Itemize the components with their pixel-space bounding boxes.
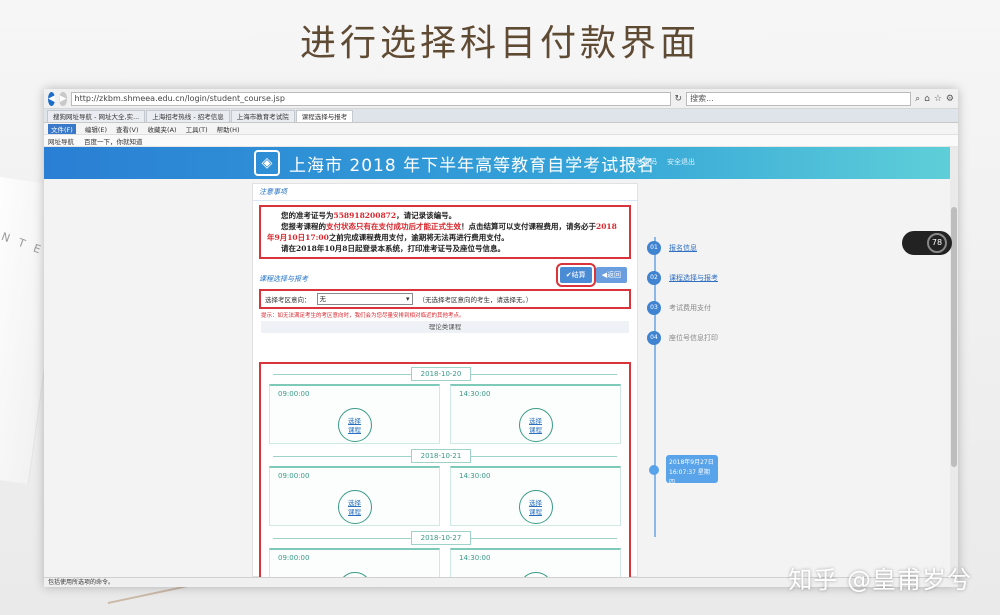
change-password-link[interactable]: 修改密码 [629,157,657,167]
tab-shzk[interactable]: 上海招考热线 - 招考信息 [146,110,230,122]
speed-value: 78 [927,233,947,253]
progress-steps: 01 报名信息 02 课程选择与报考 03 考试费用支付 04 座位号信息打印 2018… [644,237,764,537]
return-button[interactable]: ◀返回 [595,267,627,283]
url-field[interactable]: http://zkbm.shmeea.edu.cn/login/student_… [70,91,671,106]
select-course-button[interactable]: 选择课程 [337,490,372,524]
menu-file[interactable]: 文件(F) [48,123,76,134]
step-registration-info[interactable]: 01 报名信息 [647,241,697,255]
web-page: ◈ 上海市 2018 年下半年高等教育自学考试报名 修改密码 安全退出 注意事项… [44,147,958,587]
browser-window: ◀ ▶ http://zkbm.shmeea.edu.cn/login/stud… [44,89,958,587]
slot-time: 14:30:00 [459,472,491,480]
slot-time: 14:30:00 [459,554,491,562]
menu-bar: 文件(F) 编辑(E) 查看(V) 收藏夹(A) 工具(T) 帮助(H) [44,123,958,135]
region-hint: 提示：如无法满足考生的考区意向时，我们会为您尽量安排到相对临近的其他考点。 [261,313,465,319]
notice-heading: 注意事项 [253,184,637,201]
forward-arrow-icon[interactable]: ▶ [59,91,67,106]
slot-row: 09:00:00 选择课程 14:30:00 选择课程 [261,382,629,446]
step-dot-icon: 04 [647,331,661,345]
menu-view[interactable]: 查看(V) [116,124,139,134]
gear-icon[interactable]: ⚙ [946,94,954,104]
site-logo-icon: ◈ [254,150,280,176]
date-row: 2018-10-20 [261,366,629,382]
select-course-button[interactable]: 选择课程 [518,408,553,442]
slot-row: 09:00:00 选择课程 14:30:00 选择课程 [261,464,629,528]
step-dot-icon: 03 [647,301,661,315]
action-buttons: ✔结算 ◀返回 [555,263,627,287]
tab-course-selection[interactable]: 课程选择与报考 [295,110,354,122]
notice-line-3: 请在2018年10月8日起登录本系统，打印准考证号及座位号信息。 [281,244,506,253]
home-icon[interactable]: ⌂ [924,94,930,104]
header-links: 修改密码 安全退出 [629,157,695,167]
site-header: ◈ 上海市 2018 年下半年高等教育自学考试报名 修改密码 安全退出 [44,147,958,179]
step-dot-icon: 02 [647,271,661,285]
menu-edit[interactable]: 编辑(E) [85,124,107,134]
course-type-header: 理论类课程 [261,321,629,333]
step-dot-icon: 01 [647,241,661,255]
time-slot-card: 14:30:00 选择课程 [450,466,621,526]
favorites-bar: 网址导航 百度一下，你就知道 [44,135,958,147]
date-label: 2018-10-21 [411,449,471,463]
select-course-button[interactable]: 选择课程 [337,408,372,442]
favorite-baidu-link[interactable]: 百度一下，你就知道 [84,136,143,146]
step-seat-print: 04 座位号信息打印 [647,331,718,345]
time-marker-icon [649,465,659,475]
notice-box: 您的准考证号为558918200872，请记录该编号。 您报考课程的支付状态只有… [259,205,631,259]
step-fee-payment: 03 考试费用支付 [647,301,711,315]
region-dropdown[interactable]: 无 [316,293,413,305]
refresh-icon[interactable]: ↻ [675,94,683,104]
back-arrow-icon[interactable]: ◀ [48,91,56,106]
selection-header: 课程选择与报考 ✔结算 ◀返回 [253,263,637,287]
speed-widget: 78 [902,231,952,255]
site-title: 上海市 2018 年下半年高等教育自学考试报名 [289,156,656,176]
search-icon[interactable]: ⌕ [915,94,920,104]
menu-help[interactable]: 帮助(H) [217,124,240,134]
tab-shmeea[interactable]: 上海市教育考试院 [230,110,295,122]
slot-time: 14:30:00 [459,390,491,398]
region-selector: 选择考区意向： 无 （无选择考区意向的考生，请选择无。） [259,289,631,309]
slide-title: 进行选择科目付款界面 [299,23,700,64]
date-row: 2018-10-21 [261,448,629,464]
slot-time: 09:00:00 [278,390,310,398]
watermark: 知乎 @皇甫岁兮 [788,566,972,594]
notice-line-2: 您报考课程的支付状态只有在支付成功后才能正式生效！点击结算可以支付课程费用，请务… [267,222,617,242]
selection-heading: 课程选择与报考 [259,275,308,283]
notice-line-1: 您的准考证号为558918200872，请记录该编号。 [281,211,457,220]
slot-time: 09:00:00 [278,472,310,480]
menu-tools[interactable]: 工具(T) [186,124,208,134]
scroll-thumb[interactable] [951,207,957,467]
main-panel: 注意事项 您的准考证号为558918200872，请记录该编号。 您报考课程的支… [252,183,638,587]
current-time-box: 2018年9月27日 16:07:37 星期四 [666,455,718,486]
page-scrollbar[interactable] [950,147,958,577]
star-icon[interactable]: ☆ [934,94,942,104]
slide-background: N T E R 进行选择科目付款界面 ◀ ▶ http://zkbm.shmee… [0,0,1000,615]
time-slot-card: 14:30:00 选择课程 [450,384,621,444]
logout-link[interactable]: 安全退出 [667,157,695,167]
step-course-selection[interactable]: 02 课程选择与报考 [647,271,718,285]
time-slot-card: 09:00:00 选择课程 [269,384,440,444]
exam-number: 558918200872 [333,211,397,220]
checkout-button[interactable]: ✔结算 [555,263,596,287]
menu-favorites[interactable]: 收藏夹(A) [148,124,177,134]
time-slot-card: 09:00:00 选择课程 [269,466,440,526]
region-label: 选择考区意向： [265,296,311,304]
exam-schedule: 2018-10-20 09:00:00 选择 课程 14:30:00 选择 课程 201… [259,362,631,587]
address-bar: ◀ ▶ http://zkbm.shmeea.edu.cn/login/stud… [44,89,958,109]
slot-time: 09:00:00 [278,554,310,562]
date-row: 2018-10-27 [261,530,629,546]
date-label: 2018-10-20 [411,367,471,381]
tab-sogou[interactable]: 搜狗网址导航 - 网址大全,实... [47,110,146,122]
select-course-button[interactable]: 选择课程 [518,490,553,524]
browser-search-input[interactable]: 搜索... [686,91,912,106]
tab-bar: 搜狗网址导航 - 网址大全,实... 上海招考热线 - 招考信息 上海市教育考试… [44,109,958,123]
region-note: （无选择考区意向的考生，请选择无。） [418,296,533,304]
favorite-nav-link[interactable]: 网址导航 [48,136,74,146]
date-label: 2018-10-27 [411,531,471,545]
